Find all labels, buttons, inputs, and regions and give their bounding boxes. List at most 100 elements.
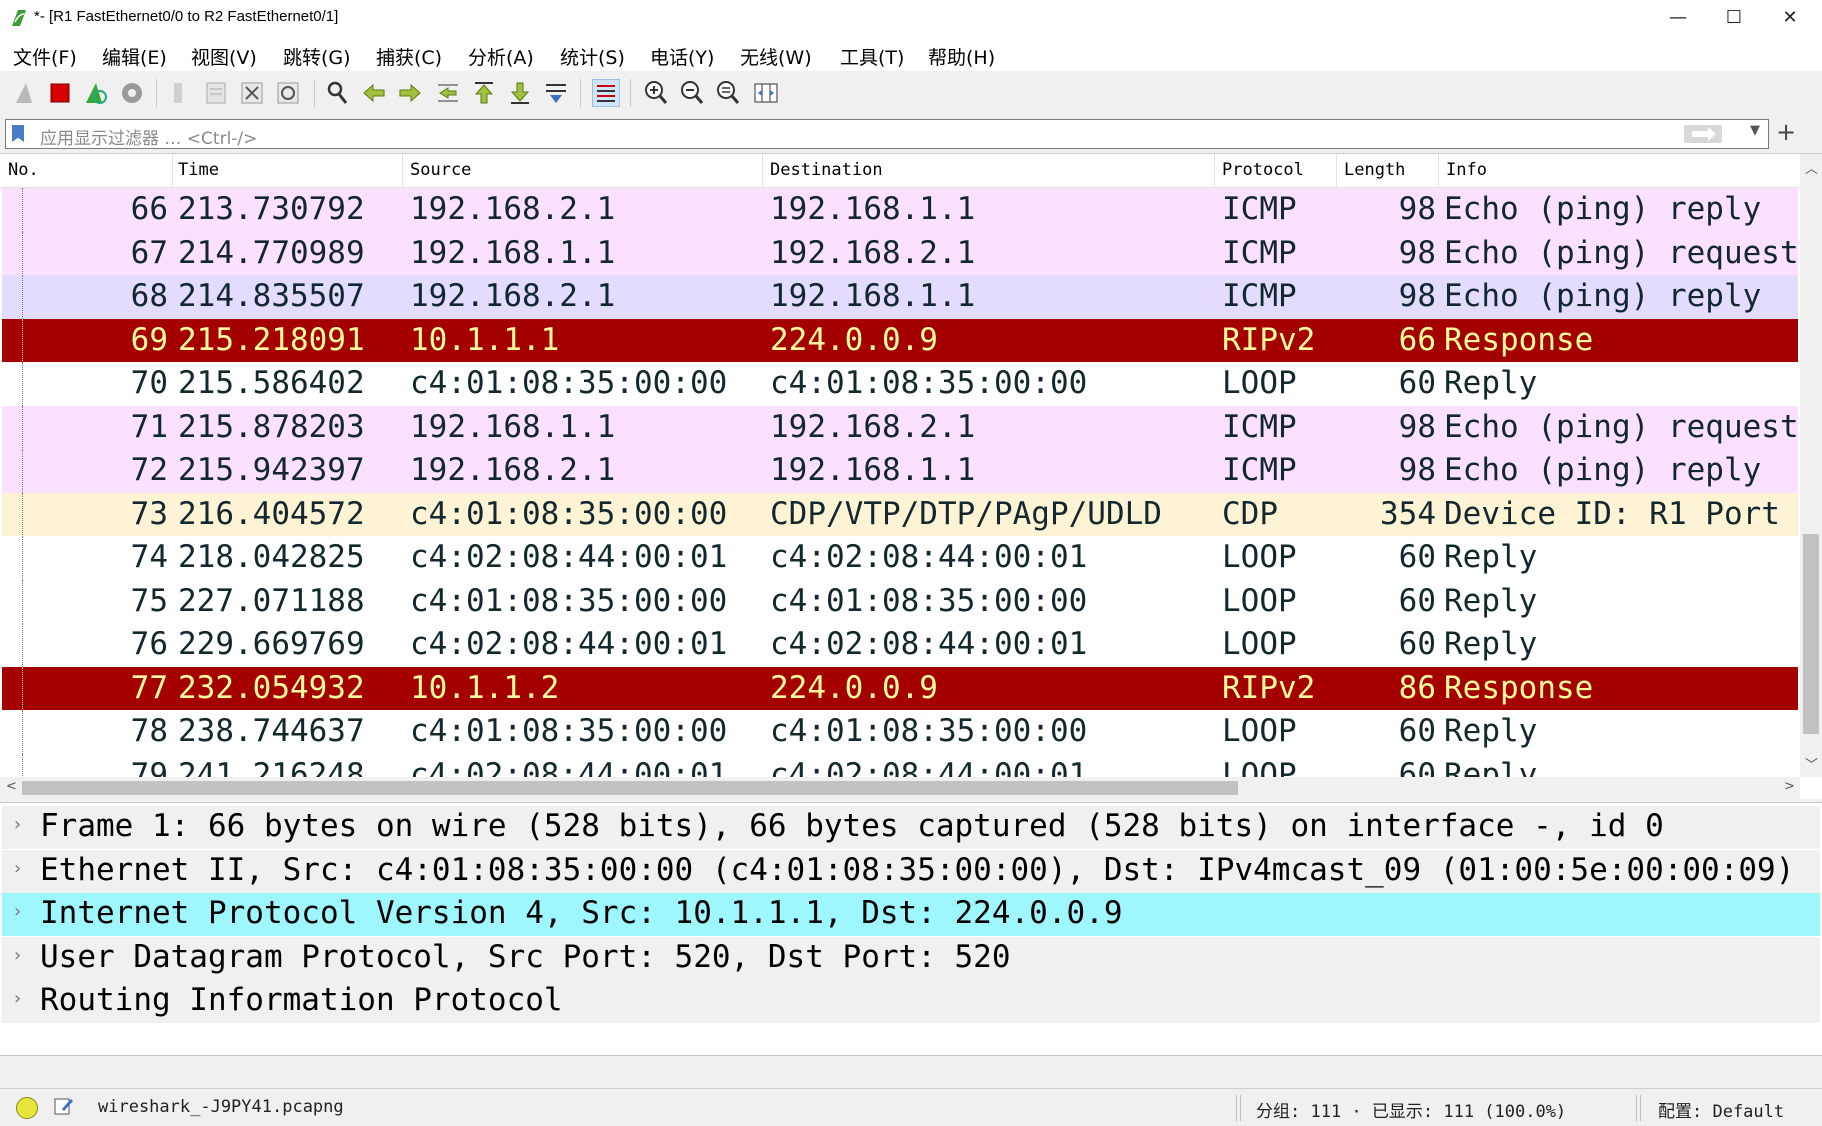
column-header-destination[interactable]: Destination [770, 160, 883, 180]
column-header-no[interactable]: No. [8, 160, 39, 180]
close-file-icon[interactable] [238, 79, 266, 107]
packet-row[interactable]: 77 232.054932 10.1.1.2 224.0.0.9 RIPv2 86 Resp… [2, 666, 1798, 711]
scrollbar-thumb[interactable] [22, 781, 1238, 795]
column-header-length[interactable]: Length [1344, 160, 1405, 180]
capture-options-icon[interactable] [118, 79, 146, 107]
go-forward-icon[interactable] [396, 79, 424, 107]
packet-row[interactable]: 70 215.586402 c4:01:08:35:00:00 c4:01:08:35… [2, 362, 1798, 406]
scrollbar-thumb[interactable] [1803, 534, 1819, 734]
maximize-button[interactable]: ☐ [1706, 0, 1762, 37]
packet-row[interactable]: 75 227.071188 c4:01:08:35:00:00 c4:01:08:35… [2, 579, 1798, 624]
packet-row[interactable]: 71 215.878203 192.168.1.1 192.168.2.1 ICMP 98… [2, 405, 1798, 450]
cell-destination: c4:02:08:44:00:01 [770, 626, 1088, 662]
save-file-icon[interactable] [202, 79, 230, 107]
packet-details-pane: › Frame 1: 66 bytes on wire (528 bits), 6… [0, 802, 1822, 1056]
menu-statistics[interactable]: 统计(S) [560, 43, 625, 70]
cell-no: 66 [130, 191, 168, 227]
reload-file-icon[interactable] [274, 79, 302, 107]
cell-time: 216.404572 [178, 495, 365, 532]
cell-protocol: LOOP [1222, 539, 1297, 575]
column-divider[interactable] [1336, 154, 1337, 187]
open-file-icon[interactable] [166, 79, 194, 107]
detail-tree-item[interactable]: › Routing Information Protocol [2, 980, 1820, 1023]
scroll-right-chevron-icon[interactable]: > [1784, 779, 1795, 794]
bookmark-icon[interactable] [12, 125, 24, 142]
cell-destination: 224.0.0.9 [770, 669, 938, 706]
menu-go[interactable]: 跳转(G) [283, 43, 351, 70]
packet-row[interactable]: 69 215.218091 10.1.1.1 224.0.0.9 RIPv2 66 Resp… [2, 318, 1798, 363]
auto-scroll-icon[interactable] [542, 79, 570, 107]
cell-no: 74 [130, 539, 168, 575]
add-filter-button[interactable]: + [1776, 118, 1796, 146]
menu-view[interactable]: 视图(V) [191, 43, 257, 70]
column-header-protocol[interactable]: Protocol [1222, 160, 1304, 180]
go-back-icon[interactable] [360, 79, 388, 107]
packet-row[interactable]: 78 238.744637 c4:01:08:35:00:00 c4:01:08:35… [2, 710, 1798, 754]
toolbar-separator [580, 79, 581, 107]
menu-edit[interactable]: 编辑(E) [102, 43, 167, 70]
first-packet-icon[interactable] [470, 79, 498, 107]
close-button[interactable]: ✕ [1762, 0, 1818, 37]
go-to-packet-icon[interactable] [434, 79, 462, 107]
column-header-source[interactable]: Source [410, 160, 471, 180]
menu-file[interactable]: 文件(F) [13, 43, 77, 70]
packet-row[interactable]: 66 213.730792 192.168.2.1 192.168.1.1 ICMP 98… [2, 188, 1798, 232]
packet-row[interactable]: 74 218.042825 c4:02:08:44:00:01 c4:02:08:44… [2, 536, 1798, 580]
expand-chevron-icon[interactable]: › [14, 988, 21, 1009]
cell-info: Reply [1444, 626, 1538, 662]
expand-chevron-icon[interactable]: › [14, 901, 21, 922]
colorize-icon[interactable] [592, 79, 620, 107]
column-header-time[interactable]: Time [178, 160, 219, 180]
menu-capture[interactable]: 捕获(C) [376, 43, 442, 70]
column-divider[interactable] [762, 154, 763, 187]
capture-comment-icon[interactable] [54, 1096, 74, 1116]
menu-telephony[interactable]: 电话(Y) [650, 43, 714, 70]
packet-list-vertical-scrollbar[interactable]: ︿ ﹀ [1800, 154, 1822, 777]
restart-capture-icon[interactable] [82, 79, 110, 107]
filter-history-chevron-down-icon[interactable]: ▼ [1750, 123, 1760, 138]
expand-chevron-icon[interactable]: › [14, 814, 21, 835]
expert-info-icon[interactable] [16, 1097, 38, 1119]
packet-row[interactable]: 73 216.404572 c4:01:08:35:00:00 CDP/VTP/DTP… [2, 492, 1798, 537]
packet-row[interactable]: 67 214.770989 192.168.1.1 192.168.2.1 ICMP 98… [2, 231, 1798, 276]
packet-row[interactable]: 72 215.942397 192.168.2.1 192.168.1.1 ICMP 98… [2, 449, 1798, 493]
resize-columns-icon[interactable] [752, 79, 780, 107]
zoom-in-icon[interactable] [642, 79, 670, 107]
zoom-out-icon[interactable] [678, 79, 706, 107]
expand-chevron-icon[interactable]: › [14, 945, 21, 966]
detail-tree-item[interactable]: › User Datagram Protocol, Src Port: 520, … [2, 936, 1820, 980]
normal-size-icon[interactable] [714, 79, 742, 107]
cell-source: 192.168.1.1 [410, 408, 616, 445]
column-header-info[interactable]: Info [1446, 160, 1487, 180]
menu-help[interactable]: 帮助(H) [928, 43, 995, 70]
cell-info: Device ID: R1 Port [1444, 495, 1780, 532]
minimize-button[interactable]: — [1650, 0, 1706, 37]
cell-length: 66 [1398, 321, 1436, 358]
detail-tree-item[interactable]: › Internet Protocol Version 4, Src: 10.1.… [2, 893, 1820, 936]
stop-capture-icon[interactable] [46, 79, 74, 107]
column-divider[interactable] [1214, 154, 1215, 187]
menu-wireless[interactable]: 无线(W) [740, 43, 812, 70]
last-packet-icon[interactable] [506, 79, 534, 107]
scroll-up-chevron-icon[interactable]: ︿ [1805, 158, 1818, 177]
scroll-down-chevron-icon[interactable]: ﹀ [1805, 754, 1818, 773]
expand-chevron-icon[interactable]: › [14, 858, 21, 879]
shark-fin-start-icon[interactable] [12, 79, 40, 107]
column-divider[interactable] [1438, 154, 1439, 187]
scroll-left-chevron-icon[interactable]: < [6, 779, 17, 794]
menu-tools[interactable]: 工具(T) [840, 43, 904, 70]
column-divider[interactable] [402, 154, 403, 187]
detail-tree-item[interactable]: › Ethernet II, Src: c4:01:08:35:00:00 (c4… [2, 849, 1820, 893]
cell-length: 98 [1398, 408, 1436, 445]
menu-analyze[interactable]: 分析(A) [468, 43, 534, 70]
find-packet-icon[interactable] [324, 79, 352, 107]
profile-status[interactable]: 配置: Default [1658, 1097, 1784, 1122]
packet-row[interactable]: 68 214.835507 192.168.2.1 192.168.1.1 ICMP 98… [2, 275, 1798, 319]
packet-list-horizontal-scrollbar[interactable]: < > [0, 777, 1800, 799]
detail-tree-item[interactable]: › Frame 1: 66 bytes on wire (528 bits), 6… [2, 806, 1820, 849]
column-divider[interactable] [172, 154, 173, 187]
packet-row[interactable]: 76 229.669769 c4:02:08:44:00:01 c4:02:08:44… [2, 623, 1798, 667]
cell-time: 215.878203 [178, 408, 365, 445]
display-filter-input[interactable]: 应用显示过滤器 … <Ctrl-/> ▼ [5, 119, 1769, 149]
apply-filter-arrow-icon[interactable] [1684, 125, 1722, 143]
